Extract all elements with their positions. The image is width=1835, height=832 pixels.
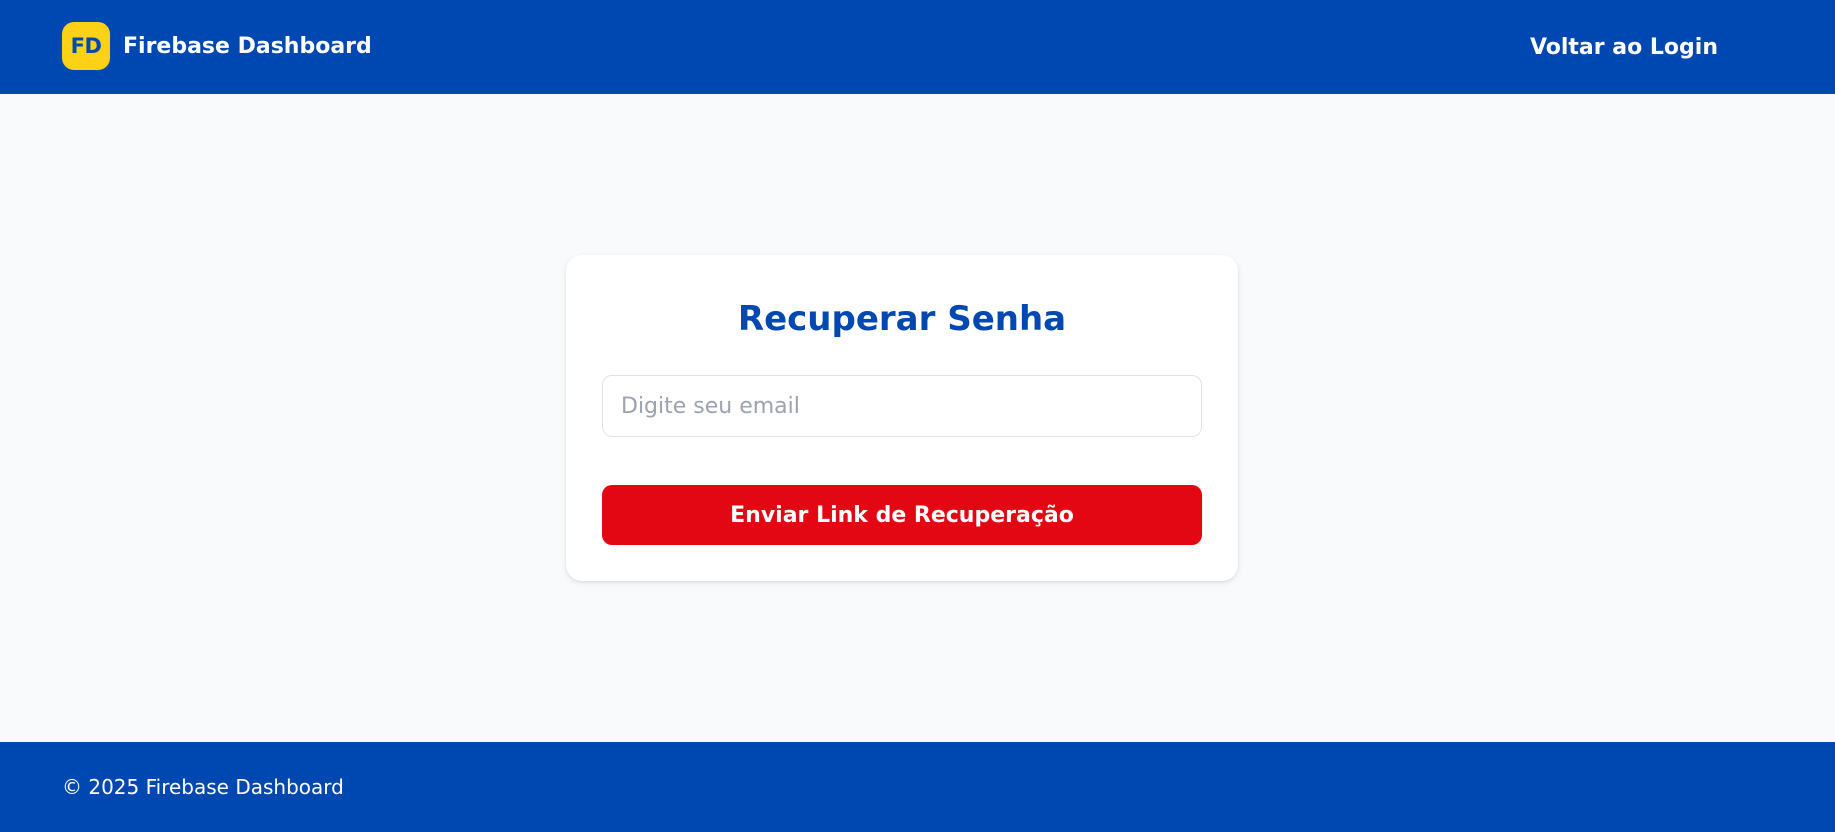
back-to-login-link[interactable]: Voltar ao Login (1530, 30, 1718, 66)
top-navbar: FD Firebase Dashboard Voltar ao Login (0, 0, 1835, 94)
page-title: Recuperar Senha (737, 299, 1067, 339)
recovery-card: Recuperar Senha Enviar Link de Recuperaç… (566, 255, 1238, 581)
brand-name: Firebase Dashboard (123, 33, 372, 59)
brand[interactable]: FD Firebase Dashboard (62, 22, 372, 70)
send-recovery-link-button[interactable]: Enviar Link de Recuperação (602, 485, 1202, 545)
email-field[interactable] (602, 375, 1202, 437)
copyright-text: © 2025 Firebase Dashboard (62, 775, 344, 799)
logo-badge: FD (62, 22, 110, 70)
footer: © 2025 Firebase Dashboard (0, 742, 1835, 832)
